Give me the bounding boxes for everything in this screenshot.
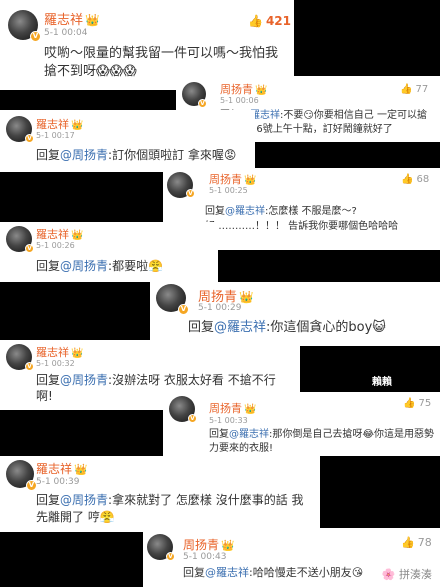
verified-badge-icon: V	[25, 134, 34, 143]
verified-badge-icon: V	[30, 31, 41, 42]
like-button[interactable]: 👍 77	[400, 84, 428, 95]
verified-badge-icon: V	[25, 362, 34, 371]
timestamp: 5-1 00:29	[198, 303, 242, 313]
thumbs-up-icon: 👍	[400, 84, 413, 95]
timestamp: 5-1 00:32	[36, 359, 75, 368]
thumbs-up-icon: 👍	[401, 174, 414, 185]
verified-badge-icon: V	[178, 304, 189, 315]
like-button[interactable]: 👍 68	[401, 174, 429, 185]
mention-link[interactable]: @羅志祥	[229, 429, 269, 440]
username[interactable]: 羅志祥 👑	[36, 460, 87, 477]
username[interactable]: 周扬青 👑	[220, 81, 267, 97]
comment-card: V 周扬青 👑 5-1 00:33 👍 75 回复@羅志祥:那你倒是自己去搶呀😂你這…	[163, 392, 440, 456]
comment-card: V 周扬青 👑 5-1 00:29 回复@羅志祥:你這個貪心的boy😺	[150, 282, 440, 346]
mention-link[interactable]: @羅志祥	[225, 206, 265, 217]
verified-badge-icon: V	[198, 99, 207, 108]
username[interactable]: 周扬青 👑	[209, 400, 256, 416]
crown-icon: 👑	[71, 120, 84, 131]
mention-link[interactable]: @周扬青	[60, 259, 108, 273]
timestamp: 5-1 00:06	[220, 96, 259, 105]
timestamp: 5-1 00:39	[36, 477, 80, 487]
mention-link[interactable]: @羅志祥	[214, 320, 266, 335]
crown-icon: 👑	[85, 13, 100, 27]
crown-icon: 👑	[255, 85, 268, 96]
verified-badge-icon: V	[166, 552, 175, 561]
crown-icon: 👑	[244, 175, 257, 186]
comment-text: 回复@羅志祥:你這個貪心的boy😺	[188, 320, 386, 335]
crown-icon: 👑	[71, 348, 84, 359]
crown-icon: 👑	[74, 463, 88, 476]
comment-text: 回复@周扬青:拿來就對了 怎麼樣 沒什麼事的話 我先離開了 哼😤	[36, 493, 304, 524]
overlay-label: 賴賴	[372, 377, 392, 388]
username[interactable]: 羅志祥 👑	[36, 116, 83, 132]
timestamp: 5-1 00:43	[183, 552, 227, 562]
like-button[interactable]: 👍 78	[401, 536, 432, 549]
mention-link[interactable]: @周扬青	[60, 148, 108, 162]
like-button[interactable]: 👍 75	[403, 398, 431, 409]
crown-icon: 👑	[244, 404, 257, 415]
comment-card: V 羅志祥 👑 5-1 00:39 回复@周扬青:拿來就對了 怎麼樣 沒什麼事的話…	[0, 456, 320, 532]
comment-card: V 羅志祥 👑 5-1 00:26 回复@周扬青:都要啦😤	[0, 222, 218, 282]
verified-badge-icon: V	[25, 244, 34, 253]
comment-text: 回复@羅志祥:怎麼樣 不服是麼～?好…………！！！ 告訴我你要哪個色哈哈哈	[205, 206, 399, 232]
timestamp: 5-1 00:25	[209, 186, 248, 195]
timestamp: 5-1 00:26	[36, 241, 75, 250]
crown-icon: 👑	[239, 290, 254, 304]
crown-icon: 👑	[71, 230, 84, 241]
timestamp: 5-1 00:33	[209, 416, 248, 425]
username[interactable]: 羅志祥 👑	[36, 344, 83, 360]
comment-text: 回复@羅志祥:那你倒是自己去搶呀😂你這是用惡勢力要來的衣服!	[209, 429, 435, 454]
username[interactable]: 周扬青 👑	[209, 171, 256, 187]
verified-badge-icon: V	[186, 189, 195, 198]
thumbs-up-icon: 👍	[248, 14, 263, 28]
timestamp: 5-1 00:04	[44, 28, 88, 38]
comment-text: 回复@周扬青:都要啦😤	[36, 259, 164, 273]
mention-link[interactable]: @羅志祥	[205, 566, 249, 579]
like-button[interactable]: 👍 421	[248, 14, 291, 28]
username[interactable]: 周扬青 👑	[183, 536, 234, 553]
thumbs-up-icon: 👍	[403, 398, 416, 409]
comment-text: 回复@周扬青:訂你個頭啦訂 拿來喔😡	[36, 148, 237, 162]
username[interactable]: 羅志祥 👑	[36, 226, 83, 242]
watermark: 🌸 拼湊湊	[381, 568, 432, 581]
thumbs-up-icon: 👍	[401, 536, 415, 549]
crown-icon: 👑	[221, 539, 235, 552]
timestamp: 5-1 00:17	[36, 131, 75, 140]
verified-badge-icon: V	[188, 414, 197, 423]
mention-link[interactable]: @周扬青	[60, 493, 108, 507]
username[interactable]: 羅志祥 👑	[44, 9, 100, 28]
mention-link[interactable]: @周扬青	[60, 373, 108, 387]
comment-card: V 羅志祥 👑 5-1 00:17 回复@周扬青:訂你個頭啦訂 拿來喔😡	[0, 110, 255, 172]
